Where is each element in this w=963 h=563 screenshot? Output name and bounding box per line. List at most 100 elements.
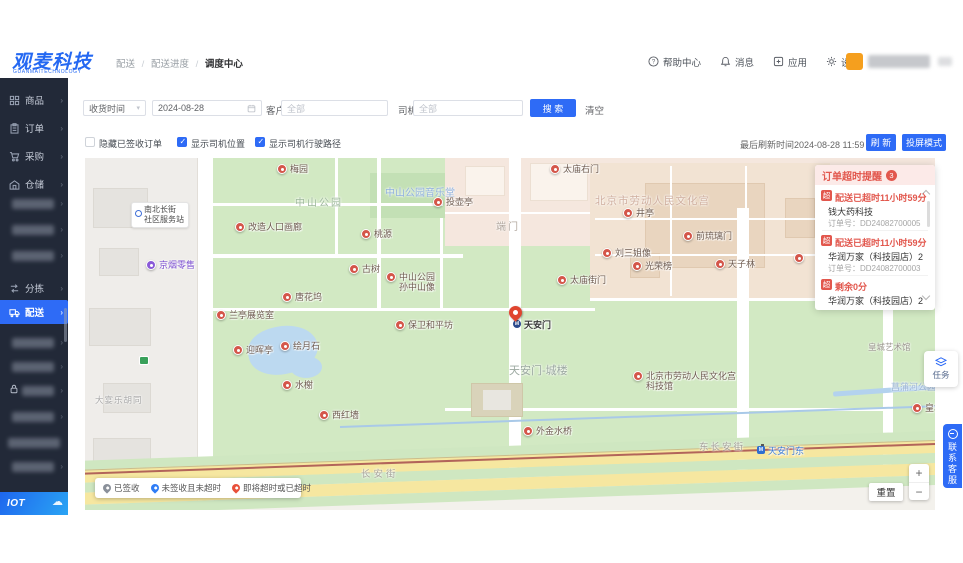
- cart-icon: [9, 151, 20, 161]
- map-poi[interactable]: 中山公园 孙中山像: [386, 272, 435, 293]
- cast-mode-button[interactable]: 投屏模式: [902, 134, 946, 151]
- map-poi[interactable]: 刘三姐像: [602, 248, 651, 258]
- poi-icon: [282, 292, 292, 302]
- map-poi[interactable]: 唐花坞: [282, 292, 322, 302]
- warehouse-icon: [9, 179, 20, 190]
- sidebar-scrollbar[interactable]: [64, 308, 67, 342]
- driver-position-label: 显示司机位置: [191, 139, 246, 149]
- sidebar-item-redacted[interactable]: [12, 199, 54, 209]
- map-pond: [290, 356, 322, 378]
- map-poi[interactable]: 迎晖亭: [233, 345, 273, 355]
- map-building: [99, 248, 139, 276]
- sidebar-item-redacted[interactable]: [12, 225, 54, 235]
- task-widget[interactable]: 任务: [924, 351, 958, 387]
- legend-unsigned: 未签收且未超时: [148, 482, 221, 494]
- sidebar-item-redacted[interactable]: [12, 412, 54, 422]
- map-poi[interactable]: 保卫和平坊: [395, 320, 453, 330]
- panel-header: 订单超时提醒 3: [815, 165, 935, 185]
- sidebar-item-goods[interactable]: 商品 ›: [0, 92, 68, 108]
- contact-service-button[interactable]: 联系客服: [943, 424, 962, 488]
- map-path: [440, 218, 443, 310]
- map-poi[interactable]: 梅园: [277, 164, 308, 174]
- overdue-tag: 超: [821, 235, 832, 246]
- map-poi[interactable]: 外金水桥: [523, 426, 572, 436]
- pin-blue-icon: [148, 482, 161, 494]
- sidebar-item-redacted[interactable]: [12, 338, 54, 348]
- breadcrumb-delivery[interactable]: 配送: [116, 59, 135, 70]
- driver-input[interactable]: 全部: [413, 100, 523, 116]
- map-poi[interactable]: 兰亭展览室: [216, 310, 274, 320]
- zoom-in-button[interactable]: +: [909, 464, 929, 482]
- map-poi[interactable]: 绘月石: [280, 341, 320, 351]
- map-canvas[interactable]: 中山公园 中山公园音乐堂 端门 北京市劳动人民文化宫 天安门-城楼 长安街 东长…: [85, 158, 935, 510]
- sidebar-item-sorting[interactable]: 分拣 ›: [0, 280, 68, 296]
- lock-icon: [10, 384, 18, 394]
- service-station-card[interactable]: 南北长街 社区服务站: [131, 202, 189, 228]
- header-menu: ? 帮助中心 消息 应用 设置: [648, 45, 860, 78]
- sidebar-item-redacted[interactable]: [8, 438, 60, 448]
- hide-signed-checkbox[interactable]: [85, 137, 95, 147]
- sidebar-item-redacted[interactable]: [22, 386, 54, 396]
- help-center-button[interactable]: ? 帮助中心: [648, 55, 701, 69]
- clear-button[interactable]: 清空: [585, 103, 604, 117]
- map-poi[interactable]: [794, 253, 804, 263]
- order-timeout-panel: 订单超时提醒 3 超 配送已超时11小时59分 钱大药科技 订单号：DD2408…: [815, 165, 935, 310]
- sidebar-item-warehouse[interactable]: 仓储 ›: [0, 176, 68, 192]
- apps-button[interactable]: 应用: [773, 55, 807, 69]
- map-legend: 已签收 未签收且未超时 即将超时或已超时: [95, 478, 311, 498]
- refresh-button[interactable]: 刷 新: [866, 134, 896, 151]
- panel-title: 订单超时提醒: [822, 171, 882, 183]
- area-label-cultural-palace: 北京市劳动人民文化宫: [595, 195, 710, 207]
- pin-gray-icon: [101, 482, 113, 494]
- sidebar-item-purchase[interactable]: 采购 ›: [0, 148, 68, 164]
- sidebar-item-delivery[interactable]: 配送 ›: [0, 300, 68, 324]
- poi-icon-purple: [146, 260, 156, 270]
- time-type-select[interactable]: 收货时间 ▾: [83, 100, 146, 116]
- scroll-down-icon[interactable]: [921, 291, 931, 301]
- sidebar-item-redacted[interactable]: [12, 462, 54, 472]
- map-poi[interactable]: 投壶亭: [433, 197, 473, 207]
- poi-icon: [361, 229, 371, 239]
- driver-position-checkbox[interactable]: [177, 137, 187, 147]
- top-bar: 观麦科技 GUANMAITECHNOLOGY 配送 / 配送进度 / 调度中心 …: [0, 45, 963, 78]
- sidebar-item-orders[interactable]: 订单 ›: [0, 120, 68, 136]
- poi-icon: [794, 253, 804, 263]
- map-poi[interactable]: 改造人口画廊: [235, 222, 302, 232]
- map-poi[interactable]: 北京市劳动人民文化宫 科技馆: [633, 371, 736, 392]
- avatar[interactable]: [846, 53, 863, 70]
- map-poi[interactable]: 太庙右门: [550, 164, 599, 174]
- map-poi[interactable]: 天子林: [715, 259, 755, 269]
- breadcrumb-progress[interactable]: 配送进度: [151, 59, 189, 70]
- map-poi[interactable]: 西红墙: [319, 410, 359, 420]
- poi-icon: [233, 345, 243, 355]
- customer-input[interactable]: 全部: [281, 100, 388, 116]
- map-poi-metro-east[interactable]: M 天安门东: [757, 446, 804, 456]
- map-poi[interactable]: 桃源: [361, 229, 392, 239]
- panel-scrollbar[interactable]: [927, 201, 930, 227]
- search-button[interactable]: 搜 索: [530, 99, 576, 117]
- breadcrumb: 配送 / 配送进度 / 调度中心: [116, 59, 243, 70]
- svg-text:?: ?: [652, 59, 656, 66]
- iot-banner[interactable]: IOT ☁: [0, 492, 68, 515]
- zoom-out-button[interactable]: −: [909, 482, 929, 501]
- sidebar-item-redacted[interactable]: [12, 251, 54, 261]
- area-label-duanmen: 端门: [496, 222, 520, 233]
- map-poi[interactable]: 皇城墙: [912, 403, 935, 413]
- poi-icon: [216, 310, 226, 320]
- map-poi[interactable]: 光荣榜: [632, 261, 672, 271]
- sidebar-item-redacted[interactable]: [12, 362, 54, 372]
- map-poi[interactable]: 太庙街门: [557, 275, 606, 285]
- clipboard-icon: [10, 122, 19, 134]
- map-poi[interactable]: 古树: [349, 264, 380, 274]
- map-poi[interactable]: 前琉璃门: [683, 231, 732, 241]
- map-poi[interactable]: 井亭: [623, 208, 654, 218]
- map-building: [89, 308, 151, 346]
- map-reset-button[interactable]: 重置: [869, 483, 903, 501]
- messages-button[interactable]: 消息: [720, 55, 754, 69]
- date-input[interactable]: 2024-08-28: [152, 100, 262, 116]
- poi-icon: [550, 164, 560, 174]
- map-poi[interactable]: 水榭: [282, 380, 313, 390]
- map-poi-tiananmen[interactable]: M 天安门: [513, 320, 551, 330]
- map-poi-retail[interactable]: 京烟零售: [146, 260, 195, 270]
- driver-route-checkbox[interactable]: [255, 137, 265, 147]
